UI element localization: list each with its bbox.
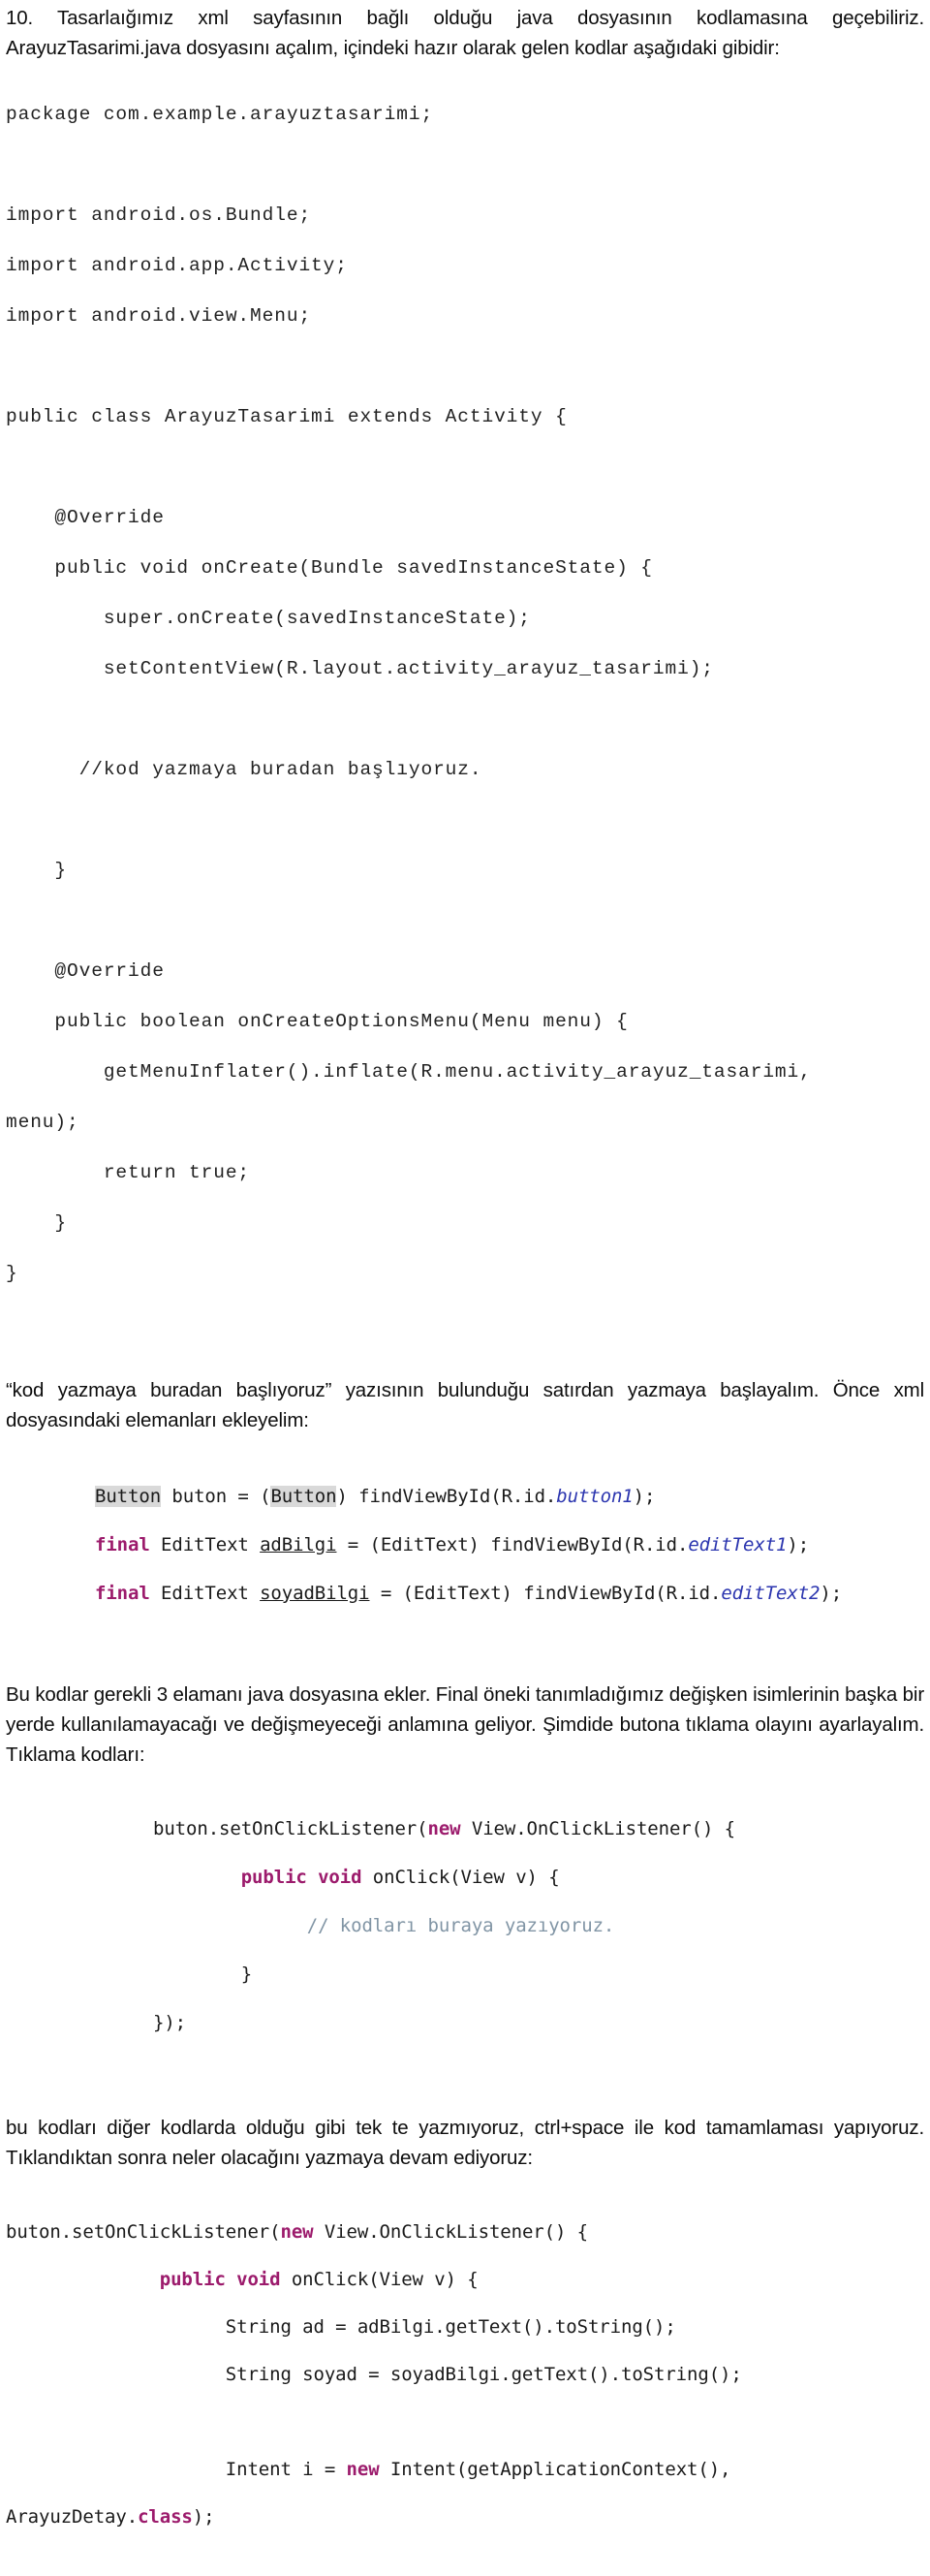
code-line: // kodları buraya yazıyoruz. (153, 1914, 924, 1938)
code-line: final EditText soyadBilgi = (EditText) f… (95, 1582, 924, 1606)
code-line: setContentView(R.layout.activity_arayuz_… (6, 658, 714, 679)
code-token-keyword: final (95, 1534, 150, 1555)
code-line: String ad = adBilgi.getText().toString()… (6, 2315, 676, 2338)
code-line: } (6, 1263, 18, 1284)
code-token-text: Intent i = (225, 2458, 347, 2480)
code-token-text: Intent(getApplicationContext(), (379, 2458, 731, 2480)
code-token-variable: adBilgi (260, 1534, 337, 1555)
code-line: import android.os.Bundle; (6, 204, 312, 226)
code-token-keyword: public void (159, 2268, 281, 2290)
code-line: String soyad = soyadBilgi.getText().toSt… (6, 2363, 742, 2385)
intro-paragraph: 10. Tasarlaığımız xml sayfasının bağlı o… (6, 7, 924, 59)
code-token-text: onClick(View v) { (280, 2268, 479, 2290)
code-token-text: EditText (149, 1583, 261, 1604)
code-token-text: View.OnClickListener() { (460, 1818, 735, 1839)
code-line: getMenuInflater().inflate(R.menu.activit… (6, 1061, 812, 1083)
code-token-type: Button (270, 1486, 337, 1507)
code-line: } (153, 1963, 253, 1985)
code-line: menu); (6, 1112, 79, 1133)
code-token-keyword: new (427, 1818, 461, 1839)
code-block-findviewbyid: Button buton = (Button) findViewById(R.i… (6, 1461, 924, 1654)
code-token-keyword: final (95, 1583, 150, 1604)
code-line: package com.example.arayuztasarimi; (6, 104, 434, 125)
code-token-text: buton.setOnClickListener( (153, 1818, 428, 1839)
code-line: super.onCreate(savedInstanceState); (6, 608, 531, 629)
paragraph-after-first-code: “kod yazmaya buradan başlıyoruz” yazısın… (6, 1379, 924, 1431)
code-token-text: ); (820, 1583, 843, 1604)
code-token-text: ArayuzDetay. (6, 2505, 139, 2528)
code-line: public void onClick(View v) { (6, 2268, 924, 2292)
code-line: import android.view.Menu; (6, 305, 312, 327)
document-page: 10. Tasarlaığımız xml sayfasının bağlı o… (0, 0, 930, 2528)
code-line: } (6, 860, 68, 881)
code-token-keyword: new (280, 2220, 314, 2243)
code-token-text: View.OnClickListener() { (313, 2220, 588, 2243)
code-line: public void onClick(View v) { (153, 1866, 924, 1890)
code-token-text: buton = ( (161, 1486, 271, 1507)
code-line: //kod yazmaya buradan başlıyoruz. (6, 759, 482, 780)
code-line: final EditText adBilgi = (EditText) find… (95, 1533, 924, 1557)
code-line: public boolean onCreateOptionsMenu(Menu … (6, 1011, 629, 1032)
code-token-keyword: new (346, 2458, 380, 2480)
code-line: Button buton = (Button) findViewById(R.i… (95, 1485, 924, 1509)
paragraph-after-third-code: bu kodları diğer kodlarda olduğu gibi te… (6, 2117, 924, 2169)
code-token-text: buton.setOnClickListener( (6, 2220, 281, 2243)
code-block-default-activity: package com.example.arayuztasarimi; impo… (6, 77, 924, 1336)
code-token-text: ); (192, 2505, 215, 2528)
code-token-text: ); (633, 1486, 656, 1507)
code-token-text: EditText (149, 1534, 261, 1555)
code-block-onclick-intent: buton.setOnClickListener(new View.OnClic… (6, 2196, 924, 2576)
code-token-text: = (EditText) findViewById(R.id. (336, 1534, 689, 1555)
code-token-text: = (EditText) findViewById(R.id. (369, 1583, 722, 1604)
code-token-resource-id: button1 (556, 1486, 634, 1507)
code-token-keyword: class (138, 2505, 193, 2528)
code-token-resource-id: editText1 (688, 1534, 788, 1555)
code-line: buton.setOnClickListener(new View.OnClic… (6, 2220, 924, 2245)
code-line: @Override (6, 960, 165, 982)
code-line: import android.app.Activity; (6, 255, 348, 276)
code-block-onclick-skeleton: buton.setOnClickListener(new View.OnClic… (6, 1793, 924, 2084)
code-line: return true; (6, 1162, 251, 1183)
code-line: public class ArayuzTasarimi extends Acti… (6, 406, 568, 427)
code-token-type: Button (95, 1486, 162, 1507)
code-line: @Override (6, 507, 165, 528)
paragraph-after-second-code: Bu kodlar gerekli 3 elamanı java dosyası… (6, 1683, 924, 1766)
code-line: }); (153, 2012, 187, 2033)
code-line: } (6, 1212, 68, 1234)
code-token-text: onClick(View v) { (361, 1867, 560, 1888)
code-line: buton.setOnClickListener(new View.OnClic… (153, 1817, 924, 1841)
code-line: public void onCreate(Bundle savedInstanc… (6, 557, 653, 579)
code-line: Intent i = new Intent(getApplicationCont… (6, 2458, 924, 2482)
code-line: ArayuzDetay.class); (6, 2505, 924, 2529)
code-token-comment: // kodları buraya yazıyoruz. (306, 1915, 615, 1936)
code-token-text: ) findViewById(R.id. (336, 1486, 557, 1507)
code-token-resource-id: editText2 (721, 1583, 821, 1604)
code-token-text: ); (787, 1534, 810, 1555)
code-token-keyword: public void (240, 1867, 362, 1888)
code-token-variable: soyadBilgi (260, 1583, 370, 1604)
